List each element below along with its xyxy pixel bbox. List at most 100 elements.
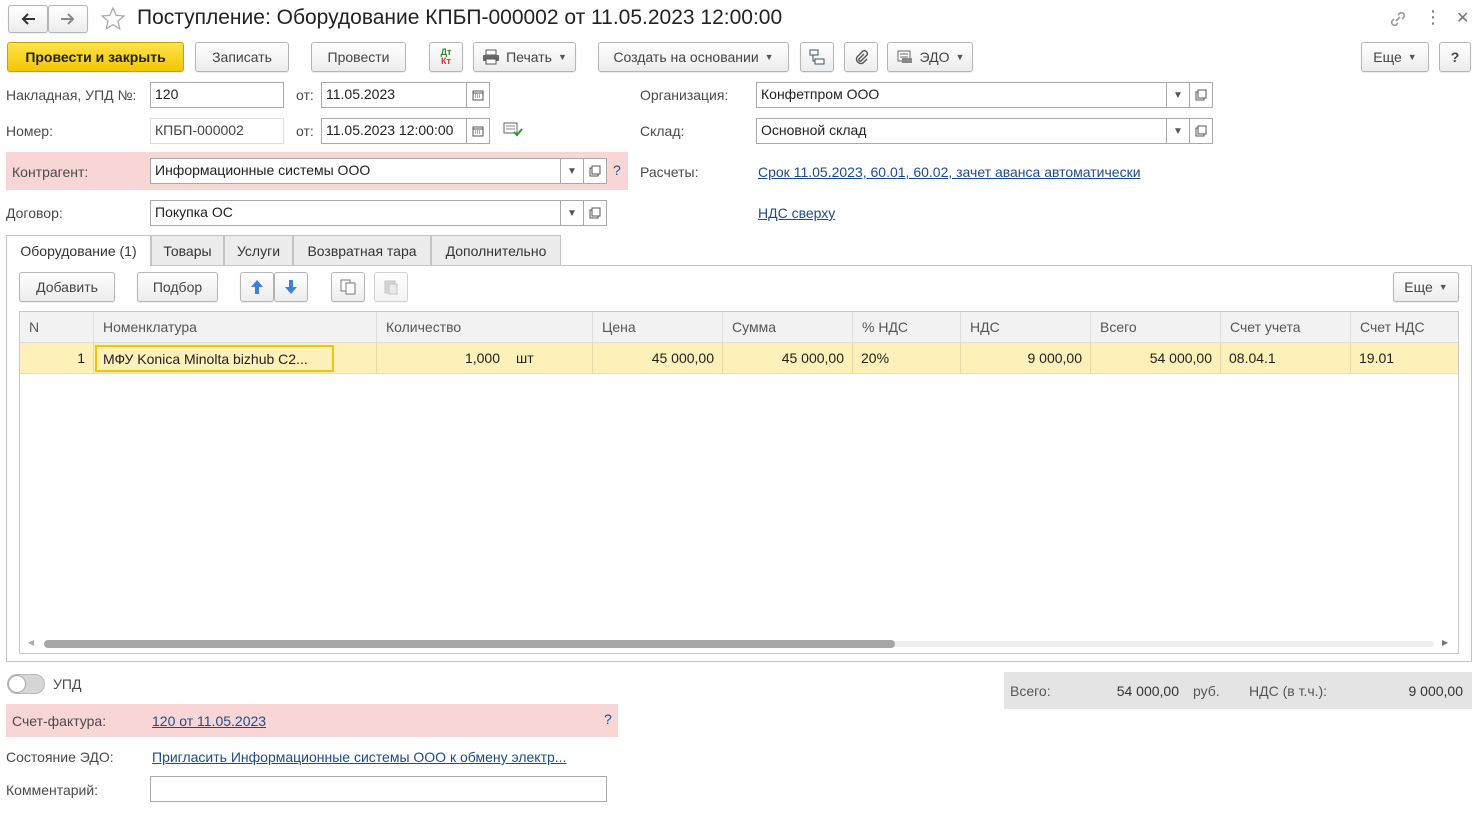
scroll-right-icon[interactable]: ▶ — [1442, 638, 1448, 647]
dt-kt-button[interactable]: Дт Кт — [429, 42, 463, 72]
document-check-icon[interactable] — [503, 121, 523, 137]
col-header-vat-rate[interactable]: % НДС — [853, 312, 961, 342]
cell-total[interactable]: 54 000,00 — [1091, 343, 1221, 373]
scroll-left-icon[interactable]: ◀ — [28, 638, 34, 647]
document-datetime-field[interactable]: 11.05.2023 12:00:00 — [321, 118, 467, 144]
upd-toggle[interactable] — [7, 674, 45, 694]
contract-open-button[interactable] — [583, 200, 607, 226]
organization-field[interactable]: Конфетпром ООО — [756, 82, 1167, 108]
counterparty-field[interactable]: Информационные системы ООО — [150, 158, 561, 184]
comment-label: Комментарий: — [6, 782, 99, 798]
tab-returnable-packaging[interactable]: Возвратная тара — [293, 235, 431, 265]
invoice-label: Счет-фактура: — [12, 713, 107, 729]
col-header-nomenclature[interactable]: Номенклатура — [94, 312, 377, 342]
caret-down-icon: ▼ — [557, 52, 567, 62]
warehouse-dropdown-button[interactable]: ▼ — [1166, 118, 1190, 144]
edo-invite-link[interactable]: Пригласить Информационные системы ООО к … — [152, 747, 566, 767]
cell-vat-account[interactable]: 19.01 — [1351, 343, 1458, 373]
invoice-number-field[interactable]: 120 — [150, 82, 284, 108]
attach-button[interactable] — [844, 42, 878, 72]
structure-button[interactable] — [800, 42, 834, 72]
number-field[interactable]: КПБП-000002 — [150, 118, 284, 144]
cell-quantity[interactable]: 1,000 — [377, 343, 508, 373]
paste-row-button[interactable] — [374, 272, 408, 302]
star-icon[interactable] — [100, 6, 126, 32]
col-header-vat-account[interactable]: Счет НДС — [1351, 312, 1458, 342]
horizontal-scrollbar-thumb[interactable] — [44, 640, 895, 648]
print-button[interactable]: Печать ▼ — [473, 42, 576, 72]
toggle-knob — [8, 675, 26, 693]
comment-field[interactable] — [150, 776, 607, 802]
close-icon[interactable]: ✕ — [1456, 8, 1469, 28]
calendar-button[interactable] — [466, 82, 490, 108]
counterparty-dropdown-button[interactable]: ▼ — [560, 158, 584, 184]
calendar-button[interactable] — [466, 118, 490, 144]
cell-price[interactable]: 45 000,00 — [593, 343, 723, 373]
col-header-price[interactable]: Цена — [593, 312, 723, 342]
paperclip-icon — [853, 49, 869, 65]
counterparty-help-icon[interactable]: ? — [613, 162, 621, 178]
post-and-close-button[interactable]: Провести и закрыть — [7, 42, 184, 72]
page-title: Поступление: Оборудование КПБП-000002 от… — [137, 6, 783, 29]
post-button[interactable]: Провести — [311, 42, 406, 72]
kebab-menu-icon[interactable]: ⋮ — [1424, 7, 1442, 28]
arrow-left-icon — [20, 12, 36, 26]
caret-down-icon: ▼ — [1173, 125, 1183, 137]
more-button[interactable]: Еще ▼ — [1361, 42, 1429, 72]
cell-account[interactable]: 08.04.1 — [1221, 343, 1351, 373]
open-icon — [1195, 125, 1207, 137]
col-header-n[interactable]: N — [20, 312, 94, 342]
tab-services[interactable]: Услуги — [224, 235, 293, 265]
paste-icon — [383, 279, 399, 295]
invoice-date-field[interactable]: 11.05.2023 — [321, 82, 467, 108]
counterparty-open-button[interactable] — [583, 158, 607, 184]
vat-incl-value: 9 000,00 — [1408, 683, 1464, 699]
add-row-button[interactable]: Добавить — [19, 272, 115, 302]
cell-vat[interactable]: 9 000,00 — [961, 343, 1091, 373]
col-header-account[interactable]: Счет учета — [1221, 312, 1351, 342]
create-based-on-button[interactable]: Создать на основании ▼ — [598, 42, 789, 72]
cell-nomenclature[interactable]: МФУ Konica Minolta bizhub C2... — [94, 343, 377, 373]
table-more-button[interactable]: Еще ▼ — [1393, 272, 1459, 302]
col-header-total[interactable]: Всего — [1091, 312, 1221, 342]
calendar-icon — [472, 89, 484, 101]
back-button[interactable] — [8, 5, 48, 33]
move-down-button[interactable] — [274, 272, 308, 302]
pick-button[interactable]: Подбор — [137, 272, 218, 302]
save-button[interactable]: Записать — [195, 42, 289, 72]
cell-n: 1 — [20, 343, 94, 373]
col-header-sum[interactable]: Сумма — [723, 312, 853, 342]
arrow-up-icon — [250, 279, 264, 295]
cell-sum[interactable]: 45 000,00 — [723, 343, 853, 373]
col-header-quantity[interactable]: Количество — [377, 312, 593, 342]
link-icon[interactable] — [1388, 9, 1408, 29]
copy-row-button[interactable] — [331, 272, 365, 302]
invoice-link[interactable]: 120 от 11.05.2023 — [152, 711, 266, 731]
organization-label: Организация: — [640, 87, 729, 103]
tab-equipment[interactable]: Оборудование (1) — [6, 235, 151, 266]
forward-button[interactable] — [48, 5, 88, 33]
settlements-link[interactable]: Срок 11.05.2023, 60.01, 60.02, зачет ава… — [758, 162, 1141, 182]
warehouse-open-button[interactable] — [1189, 118, 1213, 144]
tab-additional[interactable]: Дополнительно — [431, 235, 561, 265]
cell-unit[interactable]: шт — [508, 343, 593, 373]
vat-on-top-link[interactable]: НДС сверху — [758, 203, 835, 223]
warehouse-field[interactable]: Основной склад — [756, 118, 1167, 144]
edo-button[interactable]: ЭДО ▼ — [887, 42, 973, 72]
invoice-help-icon[interactable]: ? — [604, 711, 612, 727]
invoice-date-from-label: от: — [296, 87, 314, 103]
cell-vat-rate[interactable]: 20% — [853, 343, 961, 373]
number-label: Номер: — [6, 123, 53, 139]
edo-icon — [896, 49, 914, 65]
move-up-button[interactable] — [240, 272, 274, 302]
help-button[interactable]: ? — [1439, 42, 1471, 72]
organization-open-button[interactable] — [1189, 82, 1213, 108]
number-date-from-label: от: — [296, 123, 314, 139]
organization-dropdown-button[interactable]: ▼ — [1166, 82, 1190, 108]
col-header-vat[interactable]: НДС — [961, 312, 1091, 342]
contract-field[interactable]: Покупка ОС — [150, 200, 561, 226]
cell-nomenclature-editor[interactable]: МФУ Konica Minolta bizhub C2... — [95, 345, 334, 372]
tab-goods[interactable]: Товары — [151, 235, 224, 265]
caret-down-icon: ▼ — [955, 52, 965, 62]
contract-dropdown-button[interactable]: ▼ — [560, 200, 584, 226]
